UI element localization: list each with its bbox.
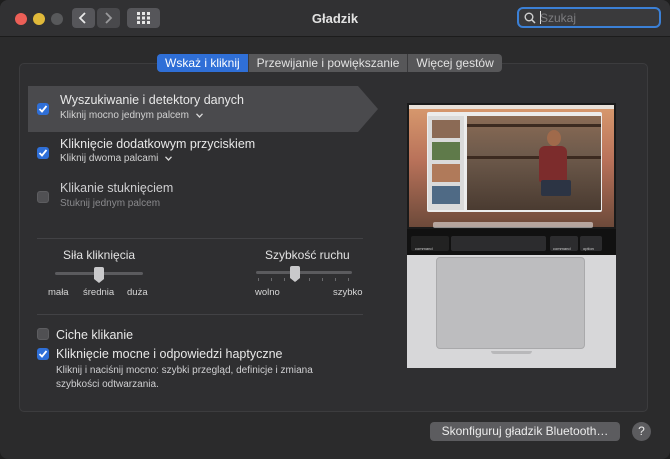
click-force-knob[interactable] (94, 267, 104, 283)
checkmark-icon (38, 149, 48, 157)
checkmark-icon (38, 105, 48, 113)
tracking-speed-title: Szybkość ruchu (265, 248, 350, 262)
preview-person (541, 180, 571, 196)
preferences-window: Gładzik Wskaż i kliknij Przewijanie i po… (0, 0, 670, 459)
divider (37, 314, 363, 315)
tracking-speed-tick (348, 278, 349, 281)
tab-scroll-and-zoom[interactable]: Przewijanie i powiększanie (249, 54, 409, 72)
preview-dock (433, 222, 593, 228)
preview-thumbnail (432, 120, 460, 138)
click-force-label-light: mała (48, 287, 69, 298)
gesture-preview-image: command command option (407, 103, 616, 368)
chevron-down-icon (195, 113, 203, 118)
secondary-click-menu[interactable]: Kliknij dwoma palcami (60, 153, 173, 164)
preview-thumbnail (432, 164, 460, 182)
search-input[interactable] (540, 10, 655, 25)
preview-beam (467, 124, 601, 127)
lookup-title: Wyszukiwanie i detektory danych (60, 93, 244, 107)
chevron-down-icon (165, 156, 173, 161)
preview-touchbar: command command option (407, 229, 616, 255)
tracking-speed-tick (309, 278, 310, 281)
secondary-click-title: Kliknięcie dodatkowym przyciskiem (60, 137, 256, 151)
lookup-subtitle: Kliknij mocno jednym palcem (60, 110, 189, 121)
force-click-description-line: szybkości odtwarzania. (56, 379, 159, 390)
click-force-label-firm: duża (127, 287, 148, 298)
secondary-click-subtitle: Kliknij dwoma palcami (60, 153, 159, 164)
force-click-description: Kliknij i naciśnij mocno: szybki przeglą… (56, 364, 313, 392)
preview-touchbar-key (451, 236, 546, 251)
preview-key-label: command (553, 246, 571, 251)
tracking-speed-tick (322, 278, 323, 281)
tap-to-click-checkbox[interactable] (37, 191, 49, 203)
option-highlight-arrow (358, 86, 378, 132)
tab-point-and-click[interactable]: Wskaż i kliknij (157, 54, 249, 72)
preview-beam (467, 156, 601, 159)
tracking-speed-tick (335, 278, 336, 281)
force-click-title: Kliknięcie mocne i odpowiedzi haptyczne (56, 347, 283, 361)
preview-person (539, 146, 567, 182)
tracking-speed-tick (258, 278, 259, 281)
help-button[interactable]: ? (632, 422, 651, 441)
click-force-label-medium: średnia (83, 287, 115, 298)
preview-trackpad (436, 257, 585, 349)
title-bar: Gładzik (0, 0, 670, 37)
preview-photo (467, 116, 601, 210)
tab-bar: Wskaż i kliknij Przewijanie i powiększan… (157, 54, 502, 72)
preview-photos-window (427, 112, 602, 212)
tracking-speed-tick (284, 278, 285, 281)
lookup-menu[interactable]: Kliknij mocno jednym palcem (60, 110, 203, 121)
tracking-speed-label-fast: szybko (333, 287, 363, 298)
preview-desktop (409, 105, 614, 228)
silent-clicking-checkbox[interactable] (37, 328, 49, 340)
preview-thumbnail (432, 142, 460, 160)
divider (37, 238, 363, 239)
preview-thumbnail (432, 186, 460, 204)
checkmark-icon (38, 350, 48, 358)
preview-key-label: option (583, 246, 594, 251)
preview-sidebar (428, 116, 464, 210)
force-click-checkbox[interactable] (37, 348, 49, 360)
tracking-speed-tick (271, 278, 272, 281)
preview-key-label: command (415, 246, 433, 251)
search-field[interactable] (517, 7, 661, 28)
preview-screen (407, 103, 616, 229)
tracking-speed-label-slow: wolno (255, 287, 280, 298)
preview-menubar (409, 105, 614, 109)
tracking-speed-track[interactable] (256, 271, 352, 274)
preview-person (547, 130, 561, 146)
search-icon (524, 12, 536, 24)
tab-more-gestures[interactable]: Więcej gestów (408, 54, 501, 72)
preview-notch (491, 351, 532, 354)
setup-bluetooth-trackpad-button[interactable]: Skonfiguruj gładzik Bluetooth… (430, 422, 620, 441)
tap-to-click-title: Klikanie stuknięciem (60, 181, 174, 195)
tap-to-click-subtitle: Stuknij jednym palcem (60, 198, 161, 209)
secondary-click-checkbox[interactable] (37, 147, 49, 159)
tracking-speed-knob[interactable] (290, 266, 300, 282)
silent-clicking-title: Ciche klikanie (56, 328, 134, 342)
force-click-description-line: Kliknij i naciśnij mocno: szybki przeglą… (56, 365, 313, 376)
lookup-checkbox[interactable] (37, 103, 49, 115)
click-force-title: Siła kliknięcia (63, 248, 136, 262)
